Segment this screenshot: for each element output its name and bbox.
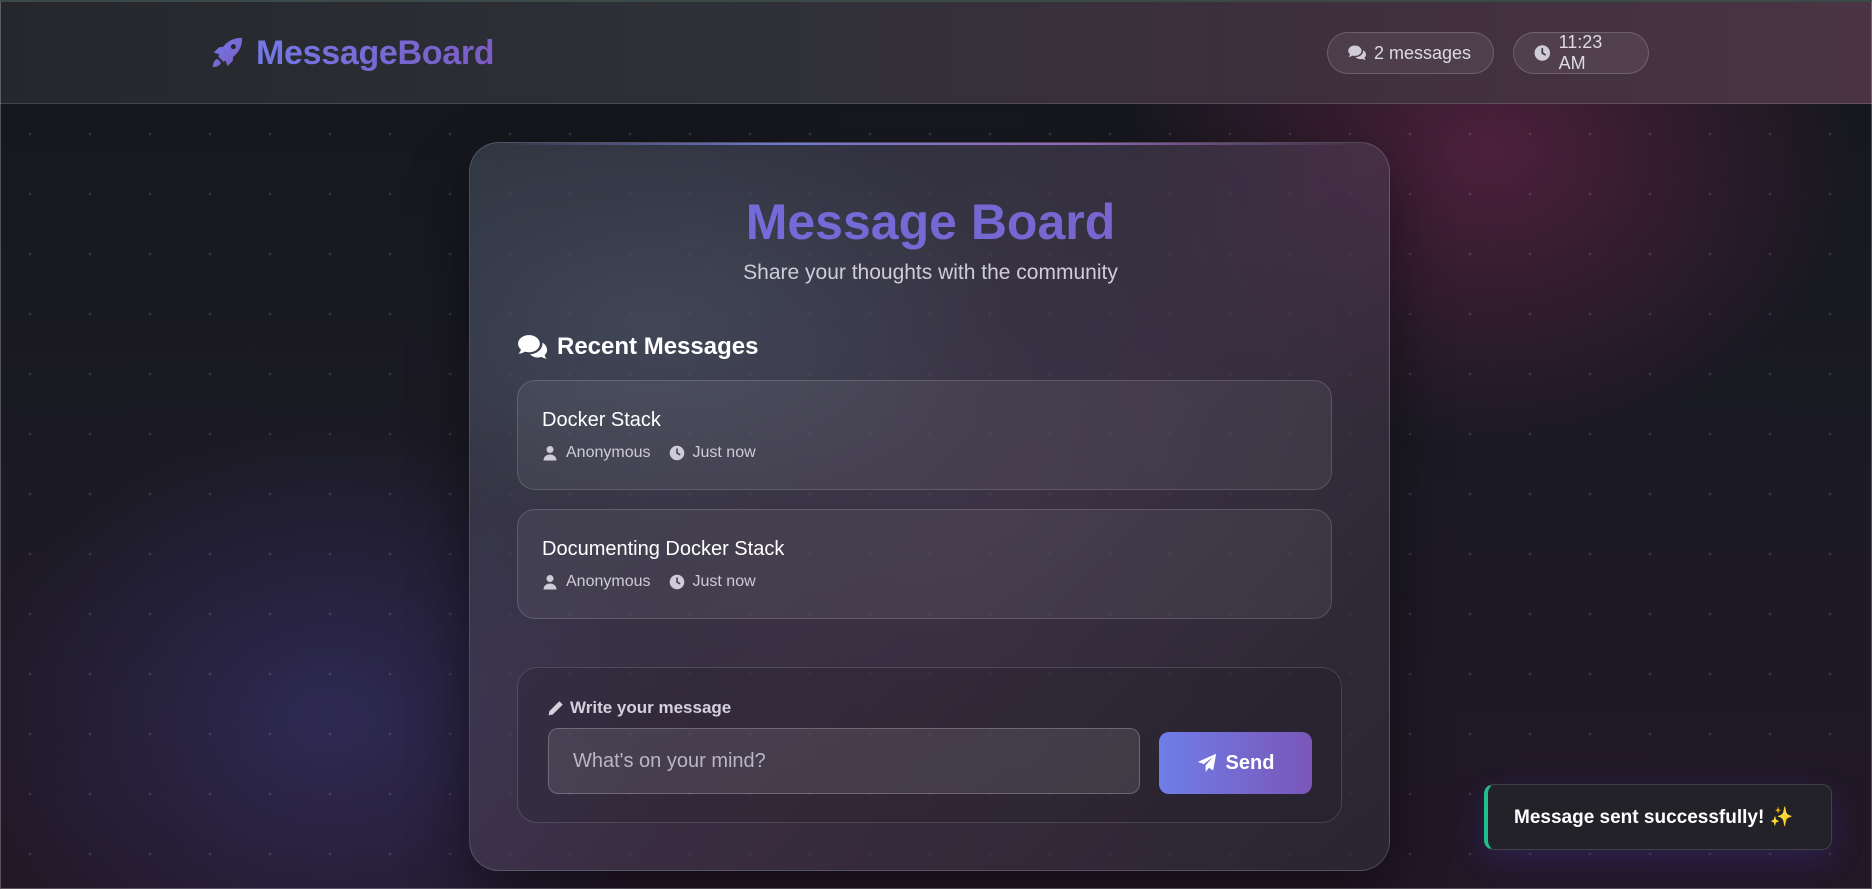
success-toast: Message sent successfully! ✨ bbox=[1484, 784, 1832, 850]
clock-icon bbox=[669, 574, 684, 590]
rocket-icon bbox=[208, 34, 246, 72]
pencil-icon bbox=[548, 700, 563, 715]
brand-logo[interactable]: MessageBoard bbox=[208, 30, 495, 76]
paper-plane-icon bbox=[1197, 753, 1216, 772]
toast-message: Message sent successfully! ✨ bbox=[1514, 807, 1794, 828]
message-count-badge: 2 messages bbox=[1327, 32, 1494, 74]
brand-name: MessageBoard bbox=[256, 33, 495, 72]
time-label: 11:23 AM bbox=[1558, 32, 1603, 73]
message-meta: Anonymous Just now bbox=[542, 573, 756, 591]
clock-icon bbox=[1534, 45, 1551, 61]
recent-messages-heading: Recent Messages bbox=[517, 333, 758, 361]
message-item[interactable]: Documenting Docker Stack Anonymous Just … bbox=[517, 509, 1332, 619]
clock-icon bbox=[669, 445, 684, 461]
message-title: Documenting Docker Stack bbox=[542, 538, 785, 560]
user-icon bbox=[543, 575, 557, 590]
composer-label: Write your message bbox=[547, 698, 731, 718]
message-author: Anonymous bbox=[566, 573, 651, 590]
message-time: Just now bbox=[692, 444, 756, 461]
comments-icon bbox=[518, 335, 548, 359]
recent-messages-title: Recent Messages bbox=[557, 333, 759, 360]
message-time: Just now bbox=[692, 573, 756, 590]
message-item[interactable]: Docker Stack Anonymous Just now bbox=[517, 380, 1332, 490]
message-count-label: 2 messages bbox=[1374, 42, 1472, 63]
send-button[interactable]: Send bbox=[1159, 732, 1312, 794]
comments-icon bbox=[1348, 45, 1366, 60]
message-input[interactable] bbox=[548, 728, 1140, 794]
page-title: Message Board bbox=[470, 193, 1389, 251]
time-badge: 11:23 AM bbox=[1513, 32, 1649, 74]
composer-label-text: Write your message bbox=[570, 698, 732, 717]
user-icon bbox=[543, 446, 557, 461]
message-meta: Anonymous Just now bbox=[542, 444, 756, 462]
message-composer: Write your message Send bbox=[517, 667, 1342, 823]
send-button-label: Send bbox=[1225, 751, 1275, 774]
message-author: Anonymous bbox=[566, 444, 651, 461]
message-title: Docker Stack bbox=[542, 409, 661, 431]
message-board-card: Message Board Share your thoughts with t… bbox=[469, 142, 1390, 871]
page-subtitle: Share your thoughts with the community bbox=[743, 261, 1118, 284]
top-navigation-bar: MessageBoard 2 messages 11:23 AM bbox=[0, 0, 1872, 104]
